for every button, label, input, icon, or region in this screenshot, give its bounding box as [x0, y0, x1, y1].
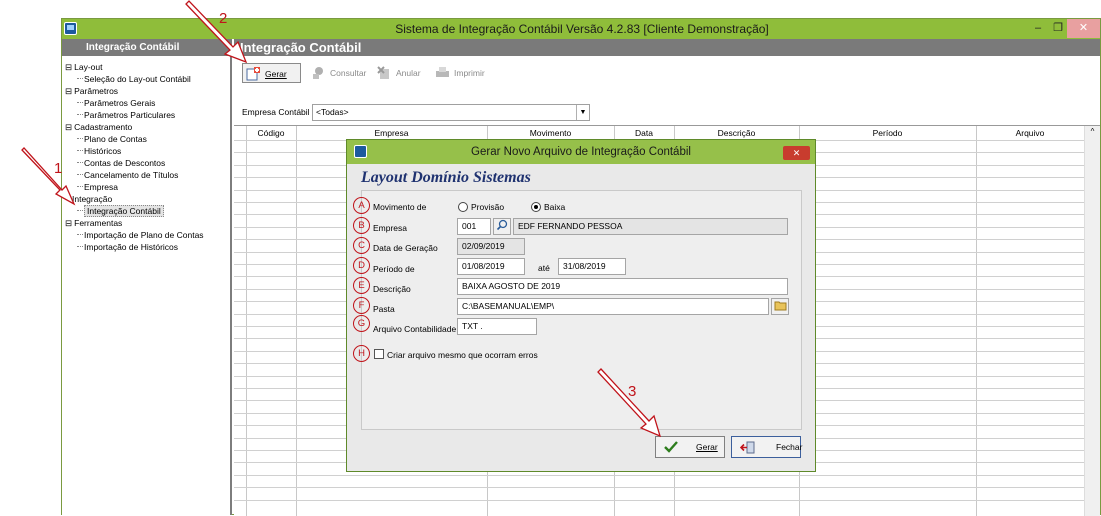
callout-number-3: 3	[628, 383, 637, 400]
callout-arrow-1	[21, 147, 76, 206]
callout-number-1: 1	[54, 160, 63, 177]
callout-number-2: 2	[219, 10, 228, 27]
annotation-arrows	[21, 0, 662, 438]
callout-arrow-3	[597, 368, 662, 438]
callout-arrow-2	[185, 0, 248, 64]
